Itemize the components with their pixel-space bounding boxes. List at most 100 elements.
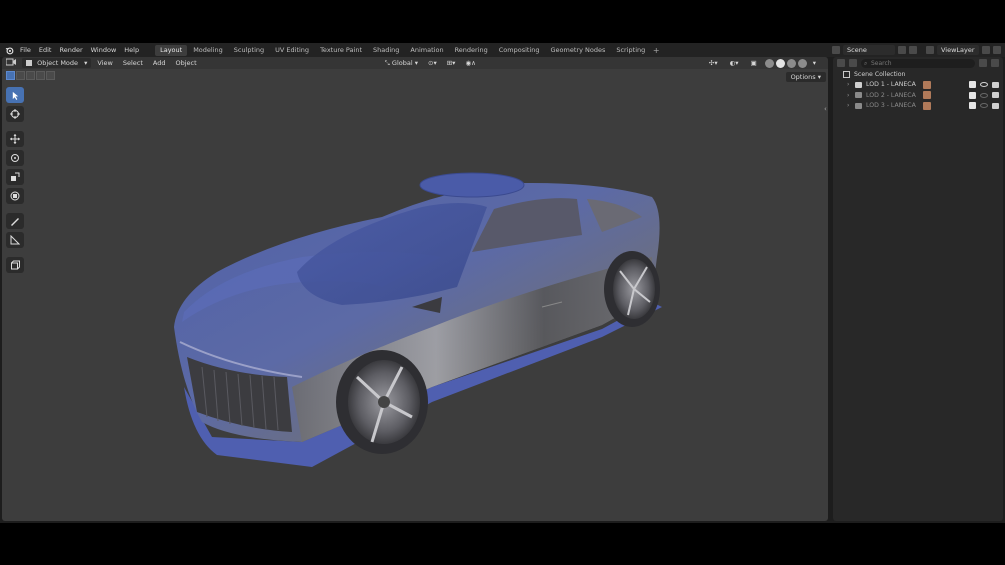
eye-closed-icon[interactable] bbox=[980, 92, 988, 98]
object-data-icon bbox=[923, 91, 931, 100]
select-subtract-icon[interactable] bbox=[26, 71, 35, 80]
rendered-shading-icon[interactable] bbox=[797, 58, 807, 68]
menu-help[interactable]: Help bbox=[120, 43, 143, 57]
visibility-controls bbox=[969, 102, 999, 110]
outliner-item-lod3[interactable]: › LOD 3 - LANECA bbox=[833, 101, 1003, 112]
options-label: Options bbox=[790, 73, 816, 81]
tab-compositing[interactable]: Compositing bbox=[494, 45, 545, 56]
collection-icon bbox=[855, 102, 862, 109]
camera-icon[interactable] bbox=[992, 92, 999, 99]
chevron-right-icon[interactable]: › bbox=[847, 92, 855, 99]
rotate-icon[interactable] bbox=[6, 150, 24, 166]
snap-icon[interactable]: ⊞▾ bbox=[443, 58, 460, 68]
outliner-search-input[interactable]: ⌕ Search bbox=[861, 58, 975, 68]
tab-animation[interactable]: Animation bbox=[405, 45, 448, 56]
chevron-right-icon[interactable]: › bbox=[847, 102, 855, 109]
scene-name-field[interactable]: Scene bbox=[843, 45, 895, 55]
material-shading-icon[interactable] bbox=[786, 58, 796, 68]
new-scene-icon[interactable] bbox=[909, 46, 917, 54]
annotate-icon[interactable] bbox=[6, 213, 24, 229]
collection-icon bbox=[855, 81, 862, 88]
wireframe-shading-icon[interactable] bbox=[764, 58, 774, 68]
exclude-checkbox[interactable] bbox=[969, 91, 976, 99]
eye-closed-icon[interactable] bbox=[980, 103, 988, 109]
blender-logo-icon[interactable] bbox=[2, 43, 16, 57]
visibility-controls bbox=[969, 91, 999, 99]
filter-icon[interactable] bbox=[979, 59, 987, 67]
object-data-icon bbox=[923, 101, 931, 110]
pin-icon[interactable] bbox=[898, 46, 906, 54]
add-cube-icon[interactable] bbox=[6, 257, 24, 273]
filter-view-icon[interactable] bbox=[849, 59, 857, 67]
object-mode-icon bbox=[26, 60, 32, 66]
editor-type-icon[interactable] bbox=[2, 58, 20, 68]
tab-uv-editing[interactable]: UV Editing bbox=[270, 45, 314, 56]
tab-rendering[interactable]: Rendering bbox=[450, 45, 493, 56]
chevron-down-icon[interactable]: ▾ bbox=[809, 58, 820, 68]
add-workspace-button[interactable]: + bbox=[651, 46, 661, 55]
blender-window: File Edit Render Window Help Layout Mode… bbox=[0, 43, 1005, 523]
select-box-icon[interactable] bbox=[6, 87, 24, 103]
3d-viewport[interactable]: Object Mode ▾ View Select Add Object ⤡ G… bbox=[2, 57, 828, 521]
search-placeholder: Search bbox=[871, 59, 892, 67]
move-icon[interactable] bbox=[6, 131, 24, 147]
car-model[interactable] bbox=[2, 57, 828, 521]
tab-sculpting[interactable]: Sculpting bbox=[229, 45, 269, 56]
gizmo-icon[interactable]: ✣▾ bbox=[705, 58, 722, 68]
select-invert-icon[interactable] bbox=[36, 71, 45, 80]
tab-scripting[interactable]: Scripting bbox=[611, 45, 650, 56]
pivot-point-icon[interactable]: ⊙▾ bbox=[424, 58, 441, 68]
options-button[interactable]: Options ▾ bbox=[785, 72, 826, 82]
menu-file[interactable]: File bbox=[16, 43, 35, 57]
select-extend-icon[interactable] bbox=[16, 71, 25, 80]
tool-shelf bbox=[6, 87, 24, 273]
remove-view-layer-icon[interactable] bbox=[993, 46, 1001, 54]
new-collection-icon[interactable] bbox=[991, 59, 999, 67]
view-layer-field[interactable]: ViewLayer bbox=[937, 45, 979, 55]
camera-icon[interactable] bbox=[992, 81, 999, 88]
menu-edit[interactable]: Edit bbox=[35, 43, 56, 57]
tab-modeling[interactable]: Modeling bbox=[188, 45, 228, 56]
menu-select[interactable]: Select bbox=[119, 58, 147, 68]
menu-add[interactable]: Add bbox=[149, 58, 170, 68]
scene-collection-row[interactable]: Scene Collection bbox=[833, 69, 1003, 80]
proportional-edit-icon[interactable]: ◉∧ bbox=[461, 58, 479, 68]
scene-icon[interactable] bbox=[832, 46, 840, 54]
exclude-checkbox[interactable] bbox=[969, 102, 976, 110]
outliner-item-lod1[interactable]: › LOD 1 - LANECA bbox=[833, 80, 1003, 91]
orientation-label: Global bbox=[391, 59, 413, 67]
xray-icon[interactable]: ▣ bbox=[747, 58, 761, 68]
tab-geometry-nodes[interactable]: Geometry Nodes bbox=[546, 45, 611, 56]
select-intersect-icon[interactable] bbox=[46, 71, 55, 80]
scale-icon[interactable] bbox=[6, 169, 24, 185]
measure-icon[interactable] bbox=[6, 232, 24, 248]
menu-render[interactable]: Render bbox=[55, 43, 86, 57]
menu-view[interactable]: View bbox=[93, 58, 116, 68]
transform-icon[interactable] bbox=[6, 188, 24, 204]
new-view-layer-icon[interactable] bbox=[982, 46, 990, 54]
exclude-checkbox[interactable] bbox=[969, 81, 976, 89]
chevron-right-icon[interactable]: › bbox=[847, 81, 855, 88]
top-menu-bar: File Edit Render Window Help Layout Mode… bbox=[0, 43, 1005, 57]
menu-object[interactable]: Object bbox=[171, 58, 200, 68]
tab-texture-paint[interactable]: Texture Paint bbox=[315, 45, 367, 56]
tab-shading[interactable]: Shading bbox=[368, 45, 404, 56]
tab-layout[interactable]: Layout bbox=[155, 44, 188, 56]
menu-window[interactable]: Window bbox=[87, 43, 121, 57]
view-layer-icon[interactable] bbox=[926, 46, 934, 54]
outliner-item-lod2[interactable]: › LOD 2 - LANECA bbox=[833, 90, 1003, 101]
object-data-icon bbox=[923, 80, 931, 89]
select-new-icon[interactable] bbox=[6, 71, 15, 80]
visibility-controls bbox=[969, 81, 999, 89]
camera-icon[interactable] bbox=[992, 102, 999, 109]
eye-icon[interactable] bbox=[980, 82, 988, 88]
chevron-down-icon: ▾ bbox=[84, 59, 88, 67]
sidebar-toggle-icon[interactable]: ‹ bbox=[824, 105, 828, 113]
overlay-icon[interactable]: ◐▾ bbox=[726, 58, 743, 68]
orientation-dropdown[interactable]: ⤡ Global ▾ bbox=[381, 58, 422, 68]
workspace-tabs: Layout Modeling Sculpting UV Editing Tex… bbox=[155, 43, 661, 57]
display-mode-icon[interactable] bbox=[837, 59, 845, 67]
cursor-icon[interactable] bbox=[6, 106, 24, 122]
solid-shading-icon[interactable] bbox=[775, 58, 785, 68]
mode-dropdown[interactable]: Object Mode ▾ bbox=[22, 58, 92, 68]
